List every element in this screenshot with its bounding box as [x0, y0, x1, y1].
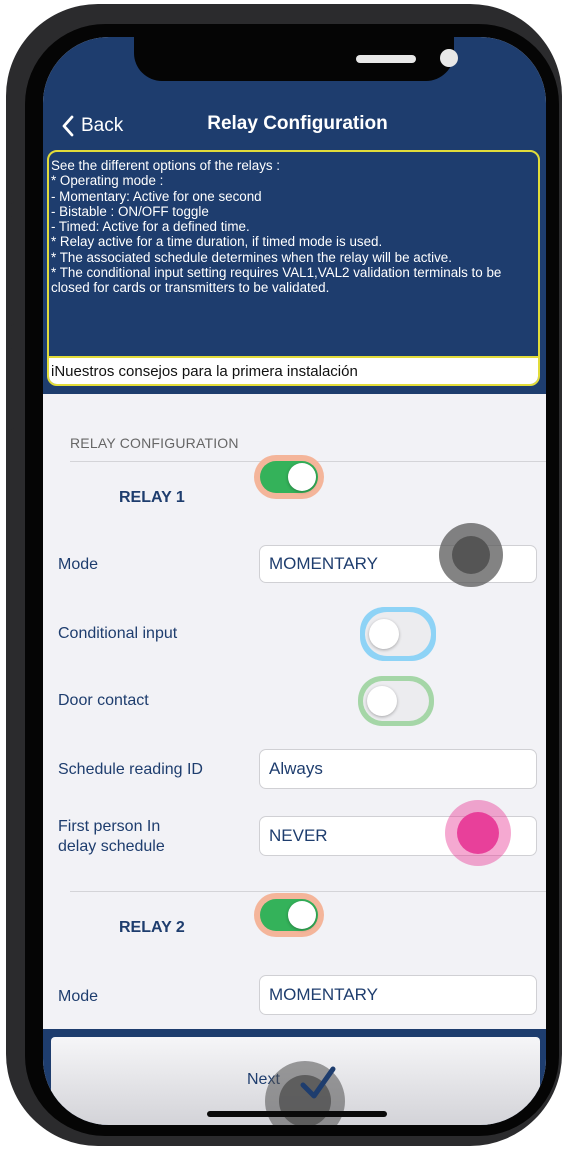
section-header: RELAY CONFIGURATION — [70, 435, 239, 451]
relay1-title: RELAY 1 — [119, 489, 185, 506]
touch-indicator — [439, 523, 503, 587]
info-panel: See the different options of the relays … — [47, 150, 540, 386]
toggle-knob — [367, 686, 397, 716]
screen: Back Relay Configuration See the differe… — [43, 37, 546, 1125]
relay2-mode-select[interactable]: MOMENTARY — [259, 975, 537, 1015]
home-indicator — [207, 1111, 387, 1117]
door-contact-label: Door contact — [58, 692, 149, 709]
touch-indicator — [445, 800, 511, 866]
camera — [440, 49, 458, 67]
relay-divider — [70, 891, 546, 892]
relay1-mode-label: Mode — [58, 556, 99, 573]
installation-tips-link[interactable]: iNuestros consejos para la primera insta… — [49, 356, 538, 384]
door-contact-toggle[interactable] — [363, 681, 429, 721]
notch — [134, 37, 458, 81]
back-button[interactable]: Back — [61, 113, 123, 139]
info-text: See the different options of the relays … — [51, 158, 502, 296]
volume-up-button — [6, 216, 14, 326]
silent-switch — [6, 160, 14, 204]
touch-indicator-core — [452, 536, 490, 574]
checkmark-icon — [300, 1066, 336, 1099]
conditional-input-label: Conditional input — [58, 625, 178, 642]
schedule-field[interactable]: Always — [259, 749, 537, 789]
conditional-input-toggle[interactable] — [365, 612, 431, 656]
toggle-knob — [288, 463, 316, 491]
schedule-label: Schedule reading ID — [58, 761, 203, 778]
relay2-mode-label: Mode — [58, 988, 99, 1005]
relay2-enable-toggle[interactable] — [260, 899, 318, 931]
relay2-title: RELAY 2 — [119, 919, 185, 936]
chevron-left-icon — [62, 115, 74, 137]
relay1-enable-toggle[interactable] — [260, 461, 318, 493]
touch-indicator-core — [457, 812, 499, 854]
speaker — [356, 55, 416, 63]
volume-down-button — [6, 348, 14, 430]
back-label: Back — [81, 115, 124, 136]
phone-frame: Back Relay Configuration See the differe… — [6, 4, 562, 1146]
toggle-knob — [288, 901, 316, 929]
toggle-knob — [369, 619, 399, 649]
first-person-label: First person In delay schedule — [58, 818, 165, 855]
